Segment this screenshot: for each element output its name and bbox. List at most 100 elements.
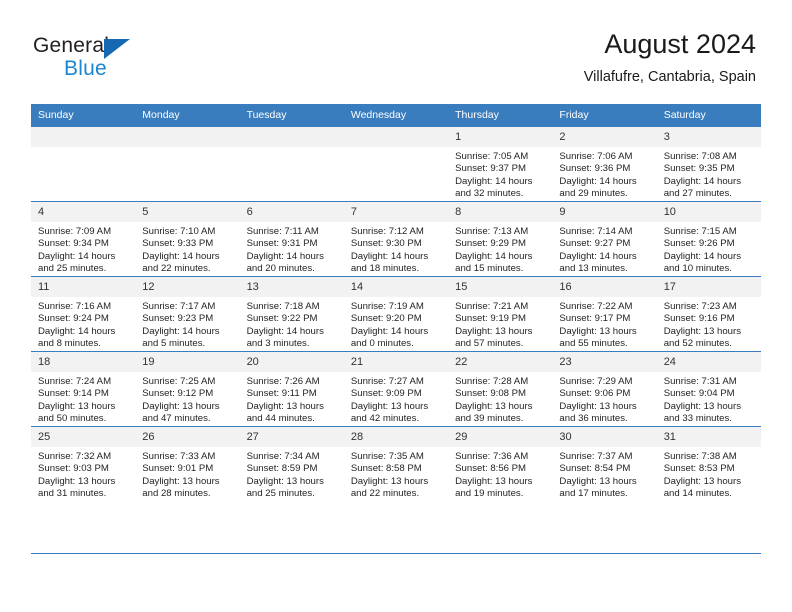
- day-cell[interactable]: 30 Sunrise: 7:37 AM Sunset: 8:54 PM Dayl…: [552, 426, 657, 501]
- day-cell[interactable]: 10 Sunrise: 7:15 AM Sunset: 9:26 PM Dayl…: [656, 201, 761, 277]
- sunrise-text: Sunrise: 7:19 AM: [350, 301, 424, 312]
- generalblue-logo[interactable]: General Blue: [33, 34, 203, 88]
- day-cell[interactable]: 15 Sunrise: 7:21 AM Sunset: 9:19 PM Dayl…: [448, 276, 553, 352]
- day-details: Sunrise: 7:28 AM Sunset: 9:08 PM Dayligh…: [448, 372, 552, 425]
- sunrise-text: Sunrise: 7:16 AM: [38, 301, 112, 312]
- day-cell[interactable]: 25 Sunrise: 7:32 AM Sunset: 9:03 PM Dayl…: [31, 426, 136, 501]
- day-details: Sunrise: 7:29 AM Sunset: 9:06 PM Dayligh…: [552, 372, 656, 425]
- day-number: 21: [343, 352, 449, 372]
- day-cell[interactable]: 7 Sunrise: 7:12 AM Sunset: 9:30 PM Dayli…: [343, 201, 449, 277]
- day-cell[interactable]: 12 Sunrise: 7:17 AM Sunset: 9:23 PM Dayl…: [135, 276, 240, 352]
- day-cell[interactable]: 14 Sunrise: 7:19 AM Sunset: 9:20 PM Dayl…: [343, 276, 449, 352]
- day-cell[interactable]: 31 Sunrise: 7:38 AM Sunset: 8:53 PM Dayl…: [656, 426, 761, 501]
- day-details: Sunrise: 7:18 AM Sunset: 9:22 PM Dayligh…: [240, 297, 344, 350]
- calendar-page: General Blue August 2024 Villafufre, Can…: [0, 0, 792, 612]
- day-cell[interactable]: 22 Sunrise: 7:28 AM Sunset: 9:08 PM Dayl…: [448, 351, 553, 427]
- day-cell[interactable]: 1 Sunrise: 7:05 AM Sunset: 9:37 PM Dayli…: [448, 127, 553, 202]
- day-details: Sunrise: 7:36 AM Sunset: 8:56 PM Dayligh…: [448, 447, 552, 500]
- daylight-text-line1: Daylight: 13 hours: [455, 325, 533, 337]
- day-details: Sunrise: 7:13 AM Sunset: 9:29 PM Dayligh…: [448, 222, 552, 275]
- day-details: Sunrise: 7:33 AM Sunset: 9:01 PM Dayligh…: [135, 447, 239, 500]
- day-cell[interactable]: 9 Sunrise: 7:14 AM Sunset: 9:27 PM Dayli…: [552, 201, 657, 277]
- daylight-text-line2: and 33 minutes.: [663, 412, 732, 424]
- day-number: 27: [239, 427, 344, 447]
- day-cell[interactable]: 26 Sunrise: 7:33 AM Sunset: 9:01 PM Dayl…: [135, 426, 240, 501]
- day-details: Sunrise: 7:06 AM Sunset: 9:36 PM Dayligh…: [552, 147, 656, 200]
- sunset-text: Sunset: 9:04 PM: [663, 388, 735, 400]
- sunset-text: Sunset: 8:59 PM: [246, 463, 318, 475]
- day-number: 28: [343, 427, 449, 447]
- day-cell[interactable]: 17 Sunrise: 7:23 AM Sunset: 9:16 PM Dayl…: [656, 276, 761, 352]
- sunset-text: Sunset: 9:14 PM: [38, 388, 109, 400]
- day-cell[interactable]: 11 Sunrise: 7:16 AM Sunset: 9:24 PM Dayl…: [31, 276, 136, 352]
- sunset-text: Sunset: 9:30 PM: [350, 238, 422, 250]
- logo-text-blue: Blue: [64, 57, 107, 80]
- logo-text-general: General: [33, 34, 110, 57]
- day-cell[interactable]: 29 Sunrise: 7:36 AM Sunset: 8:56 PM Dayl…: [448, 426, 553, 501]
- daylight-text-line2: and 22 minutes.: [350, 487, 420, 499]
- day-cell[interactable]: 27 Sunrise: 7:34 AM Sunset: 8:59 PM Dayl…: [239, 426, 344, 501]
- day-number: [343, 127, 449, 147]
- day-cell[interactable]: 5 Sunrise: 7:10 AM Sunset: 9:33 PM Dayli…: [135, 201, 240, 277]
- daylight-text-line1: Daylight: 14 hours: [246, 250, 324, 262]
- calendar-table: Sunday Monday Tuesday Wednesday Thursday…: [31, 104, 761, 501]
- day-cell[interactable]: [239, 127, 344, 202]
- day-details: [344, 147, 448, 151]
- day-cell[interactable]: 21 Sunrise: 7:27 AM Sunset: 9:09 PM Dayl…: [343, 351, 449, 427]
- daylight-text-line2: and 15 minutes.: [455, 262, 524, 274]
- day-cell[interactable]: 8 Sunrise: 7:13 AM Sunset: 9:29 PM Dayli…: [448, 201, 553, 277]
- day-number: 20: [239, 352, 344, 372]
- day-number: 15: [448, 277, 553, 297]
- sunrise-text: Sunrise: 7:12 AM: [350, 226, 424, 237]
- sunrise-text: Sunrise: 7:06 AM: [559, 151, 633, 162]
- sunset-text: Sunset: 8:54 PM: [559, 463, 631, 475]
- day-cell[interactable]: 2 Sunrise: 7:06 AM Sunset: 9:36 PM Dayli…: [552, 127, 657, 202]
- day-number: 2: [552, 127, 657, 147]
- table-bottom-rule: [31, 553, 761, 554]
- day-number: 13: [239, 277, 344, 297]
- day-number: 31: [656, 427, 761, 447]
- day-cell[interactable]: 3 Sunrise: 7:08 AM Sunset: 9:35 PM Dayli…: [656, 127, 761, 202]
- day-number: 25: [31, 427, 136, 447]
- daylight-text-line2: and 25 minutes.: [246, 487, 315, 499]
- day-details: Sunrise: 7:21 AM Sunset: 9:19 PM Dayligh…: [448, 297, 552, 350]
- day-cell[interactable]: 18 Sunrise: 7:24 AM Sunset: 9:14 PM Dayl…: [31, 351, 136, 427]
- day-cell[interactable]: 20 Sunrise: 7:26 AM Sunset: 9:11 PM Dayl…: [239, 351, 344, 427]
- daylight-text-line2: and 14 minutes.: [663, 487, 732, 499]
- day-cell[interactable]: 24 Sunrise: 7:31 AM Sunset: 9:04 PM Dayl…: [656, 351, 761, 427]
- day-details: Sunrise: 7:37 AM Sunset: 8:54 PM Dayligh…: [552, 447, 656, 500]
- sunset-text: Sunset: 9:29 PM: [455, 238, 527, 250]
- daylight-text-line1: Daylight: 14 hours: [142, 250, 220, 262]
- daylight-text-line1: Daylight: 14 hours: [246, 325, 324, 337]
- daylight-text-line1: Daylight: 13 hours: [142, 475, 220, 487]
- weekday-header-friday: Friday: [552, 104, 657, 127]
- daylight-text-line2: and 22 minutes.: [142, 262, 211, 274]
- day-cell[interactable]: [31, 127, 136, 202]
- day-cell[interactable]: 16 Sunrise: 7:22 AM Sunset: 9:17 PM Dayl…: [552, 276, 657, 352]
- daylight-text-line2: and 28 minutes.: [142, 487, 211, 499]
- day-cell[interactable]: [135, 127, 240, 202]
- sunset-text: Sunset: 9:33 PM: [142, 238, 214, 250]
- day-cell[interactable]: 4 Sunrise: 7:09 AM Sunset: 9:34 PM Dayli…: [31, 201, 136, 277]
- sunrise-text: Sunrise: 7:25 AM: [142, 376, 216, 387]
- daylight-text-line1: Daylight: 14 hours: [559, 250, 637, 262]
- sunset-text: Sunset: 9:35 PM: [663, 163, 735, 175]
- day-cell[interactable]: [343, 127, 449, 202]
- weekday-header-thursday: Thursday: [448, 104, 553, 127]
- daylight-text-line1: Daylight: 13 hours: [663, 325, 742, 337]
- day-number: 11: [31, 277, 136, 297]
- day-cell[interactable]: 28 Sunrise: 7:35 AM Sunset: 8:58 PM Dayl…: [343, 426, 449, 501]
- daylight-text-line1: Daylight: 13 hours: [246, 475, 324, 487]
- day-cell[interactable]: 23 Sunrise: 7:29 AM Sunset: 9:06 PM Dayl…: [552, 351, 657, 427]
- day-cell[interactable]: 19 Sunrise: 7:25 AM Sunset: 9:12 PM Dayl…: [135, 351, 240, 427]
- sunset-text: Sunset: 9:34 PM: [38, 238, 109, 250]
- sunrise-text: Sunrise: 7:34 AM: [246, 451, 320, 462]
- day-details: Sunrise: 7:25 AM Sunset: 9:12 PM Dayligh…: [135, 372, 239, 425]
- daylight-text-line1: Daylight: 13 hours: [663, 475, 742, 487]
- day-cell[interactable]: 13 Sunrise: 7:18 AM Sunset: 9:22 PM Dayl…: [239, 276, 344, 352]
- day-cell[interactable]: 6 Sunrise: 7:11 AM Sunset: 9:31 PM Dayli…: [239, 201, 344, 277]
- sunset-text: Sunset: 9:16 PM: [663, 313, 735, 325]
- sunset-text: Sunset: 9:27 PM: [559, 238, 631, 250]
- day-number: 30: [552, 427, 657, 447]
- daylight-text-line2: and 8 minutes.: [38, 337, 101, 349]
